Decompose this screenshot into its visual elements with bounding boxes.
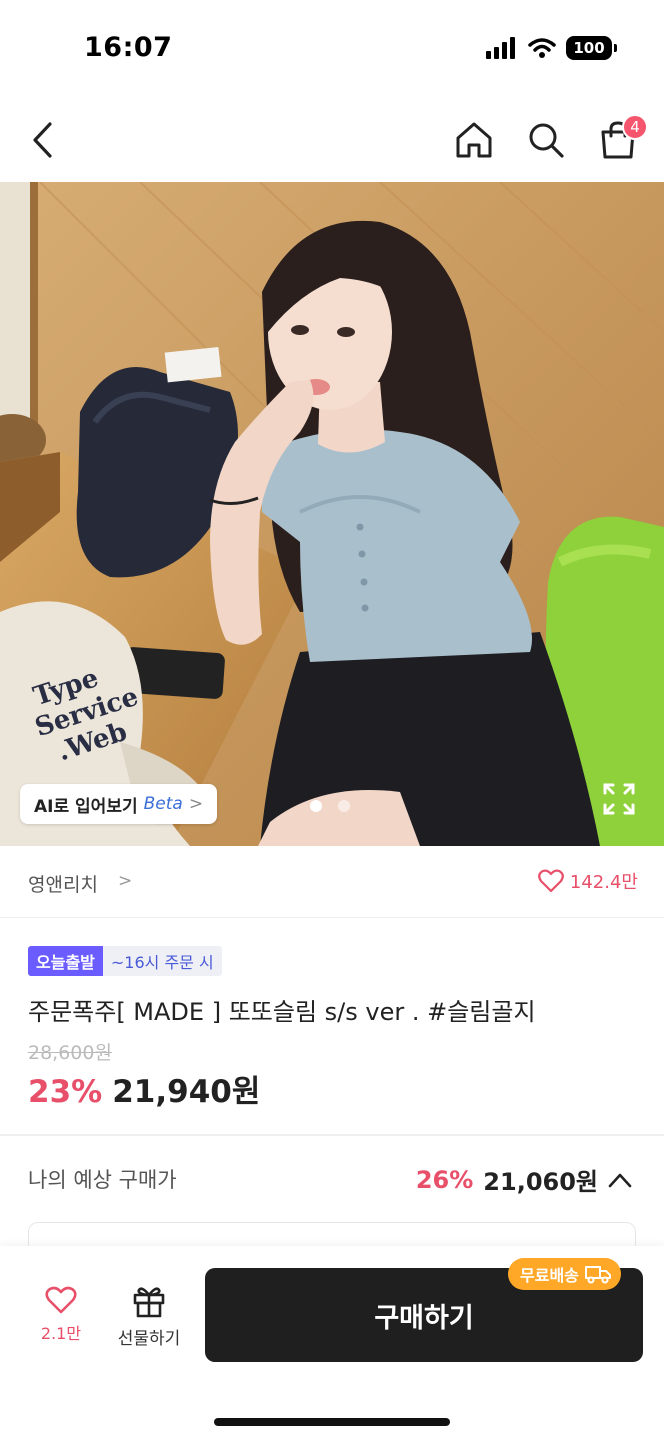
expected-price-label: 나의 예상 구매가	[28, 1168, 177, 1192]
chevron-left-icon	[33, 122, 52, 158]
cart-count-badge: 4	[622, 114, 648, 140]
status-time: 16:07	[84, 32, 173, 63]
chevron-right-icon: >	[188, 794, 204, 814]
expected-price-toggle[interactable]: 나의 예상 구매가 26% 21,060원	[0, 1150, 664, 1210]
expected-price: 21,060원	[483, 1168, 598, 1196]
bottom-action-bar: 2.1만 선물하기 구매하기 무료배송	[0, 1246, 664, 1440]
carousel-dot[interactable]	[310, 800, 322, 812]
product-like-button[interactable]: 2.1만	[26, 1286, 96, 1344]
original-price: 28,600원	[28, 1042, 112, 1064]
search-button[interactable]	[526, 118, 566, 162]
gift-label: 선물하기	[117, 1329, 181, 1349]
price-row: 23% 21,940원	[28, 1066, 260, 1111]
ai-tryon-beta-label: Beta	[143, 794, 183, 814]
gift-icon	[133, 1287, 165, 1318]
battery-icon: 100	[566, 36, 617, 60]
brand-row: 영앤리치 > 142.4만	[0, 846, 664, 918]
expand-icon	[603, 783, 635, 815]
brand-like-button[interactable]: 142.4만	[538, 868, 638, 894]
gift-button[interactable]: 선물하기	[110, 1284, 188, 1349]
product-photo: Type Service .Web	[0, 182, 664, 846]
home-icon	[456, 122, 492, 158]
ai-tryon-button[interactable]: AI로 입어보기 Beta >	[20, 784, 218, 824]
home-button[interactable]	[454, 118, 494, 162]
fullscreen-button[interactable]	[602, 782, 636, 816]
search-icon	[529, 123, 564, 158]
expected-price-values: 26% 21,060원	[416, 1162, 632, 1197]
home-indicator	[214, 1418, 450, 1426]
carousel-page-indicator	[310, 800, 350, 812]
sale-price: 21,940원	[112, 1074, 261, 1110]
cart-button[interactable]: 4	[598, 114, 648, 162]
back-button[interactable]	[24, 118, 60, 162]
nav-actions: 4	[454, 114, 648, 162]
signal-icon	[486, 37, 515, 59]
chevron-up-icon	[608, 1173, 632, 1187]
status-bar: 16:07 100	[0, 0, 664, 100]
ai-tryon-label: AI로 입어보기	[34, 796, 138, 817]
discount-rate: 23%	[28, 1074, 103, 1110]
heart-outline-icon	[538, 869, 564, 893]
heart-outline-icon	[45, 1286, 77, 1314]
brand-name-link[interactable]: 영앤리치	[28, 870, 98, 897]
truck-icon	[584, 1266, 611, 1284]
status-icons: 100	[486, 36, 617, 60]
brand-like-count: 142.4만	[569, 872, 638, 893]
free-shipping-badge: 무료배송	[508, 1258, 621, 1290]
nav-bar: 4	[0, 100, 664, 182]
wifi-icon	[528, 38, 556, 58]
product-image-carousel[interactable]: Type Service .Web AI로 입어보기 Beta >	[0, 182, 664, 846]
order-cutoff-badge: ~16시 주문 시	[102, 946, 222, 976]
chevron-right-icon: >	[118, 871, 133, 891]
carousel-dot[interactable]	[338, 800, 350, 812]
expected-discount: 26%	[415, 1165, 474, 1194]
free-shipping-label: 무료배송	[520, 1266, 579, 1285]
product-title: 주문폭주[ MADE ] 또또슬림 s/s ver . #슬림골지	[28, 998, 536, 1026]
product-like-count: 2.1만	[40, 1324, 82, 1343]
delivery-badges: 오늘출발 ~16시 주문 시	[28, 946, 222, 976]
today-shipping-badge: 오늘출발	[28, 946, 103, 976]
section-divider	[0, 1134, 664, 1136]
